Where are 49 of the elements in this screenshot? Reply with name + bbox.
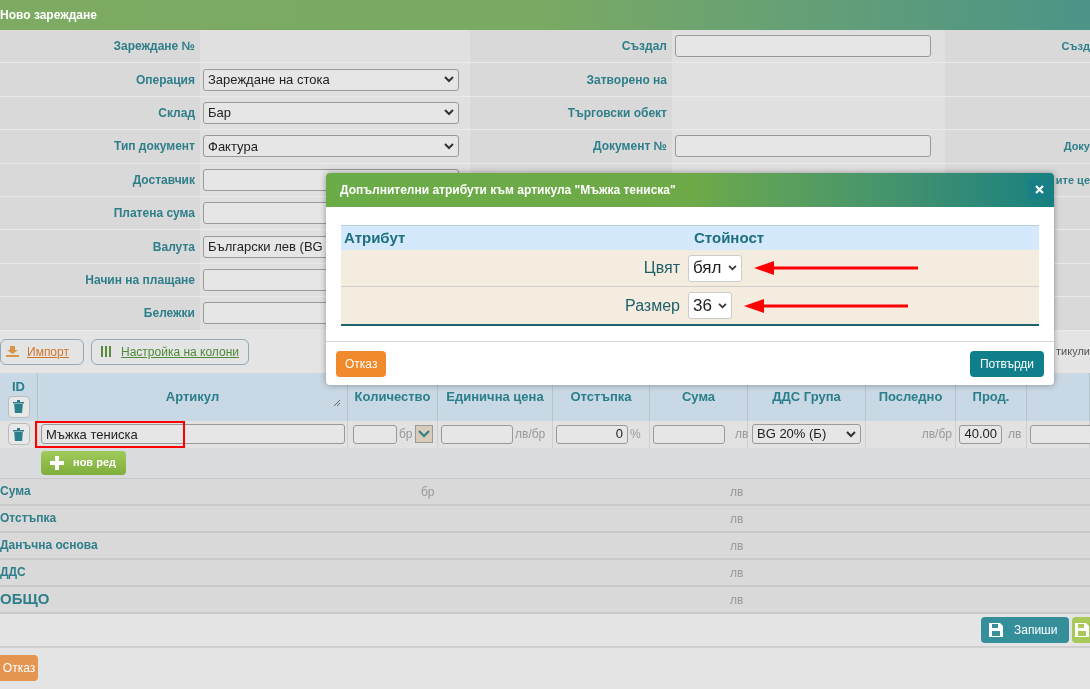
unit-label: лв/бр bbox=[921, 426, 952, 443]
field-label: Начин на плащане bbox=[85, 271, 195, 289]
field-label: Доставчик bbox=[132, 171, 195, 189]
unit-label: бр bbox=[421, 485, 435, 499]
column-header: Стойност bbox=[694, 227, 766, 248]
column-header: Отстъпка bbox=[570, 388, 632, 405]
unit-label: лв/бр bbox=[515, 426, 546, 443]
column-header: Артикул bbox=[165, 388, 220, 405]
column-header: Количество bbox=[354, 388, 431, 405]
summary-label: ОБЩО bbox=[0, 588, 51, 609]
unit-label: лв bbox=[730, 566, 744, 580]
field-label: Бележки bbox=[143, 305, 195, 323]
summary-label: ДДС bbox=[0, 564, 27, 581]
column-header: Последно bbox=[878, 388, 943, 405]
unit-label: лв bbox=[730, 512, 744, 526]
unit-label: лв bbox=[730, 593, 744, 607]
unit-label: лв bbox=[730, 485, 744, 499]
field-label: Валута bbox=[152, 238, 195, 256]
attribute-label: Размер bbox=[624, 295, 681, 316]
field-label: Доку bbox=[1063, 139, 1090, 155]
column-header: Единична цена bbox=[446, 388, 544, 405]
unit-label: % bbox=[630, 426, 641, 443]
field-label: Платена сума bbox=[113, 205, 195, 223]
unit-label: бр bbox=[399, 426, 413, 443]
field-label: Търговски обект bbox=[567, 104, 667, 122]
column-header: ID bbox=[12, 379, 25, 393]
unit-label: лв bbox=[735, 426, 749, 443]
field-label: Зареждане № bbox=[113, 38, 195, 56]
column-header: Прод. bbox=[972, 388, 1010, 405]
field-label: ите це bbox=[1055, 172, 1090, 188]
summary-label: Данъчна основа bbox=[0, 537, 99, 554]
field-label: Създал bbox=[621, 38, 667, 56]
field-label: Затворено на bbox=[586, 71, 667, 89]
field-label: Склад bbox=[158, 104, 195, 122]
page-title: Ново зареждане bbox=[0, 7, 97, 24]
unit-label: лв bbox=[730, 539, 744, 553]
column-header: ДДС Група bbox=[772, 388, 841, 405]
field-label: Документ № bbox=[593, 138, 667, 156]
toolbar-text: тикули bbox=[1056, 344, 1090, 360]
dialog-title: Допълнителни атрибути към артикула "Мъжка тениска" bbox=[340, 182, 676, 199]
column-header: Атрибут bbox=[343, 227, 407, 248]
attribute-label: Цвят bbox=[642, 258, 681, 278]
field-label: Операция bbox=[136, 71, 195, 89]
column-header: Сума bbox=[681, 388, 716, 405]
field-label: Тип документ bbox=[114, 138, 195, 156]
summary-label: Сума bbox=[0, 483, 32, 500]
summary-label: Отстъпка bbox=[0, 510, 58, 527]
unit-label: лв bbox=[1008, 426, 1022, 443]
field-label: Създ bbox=[1061, 38, 1090, 54]
